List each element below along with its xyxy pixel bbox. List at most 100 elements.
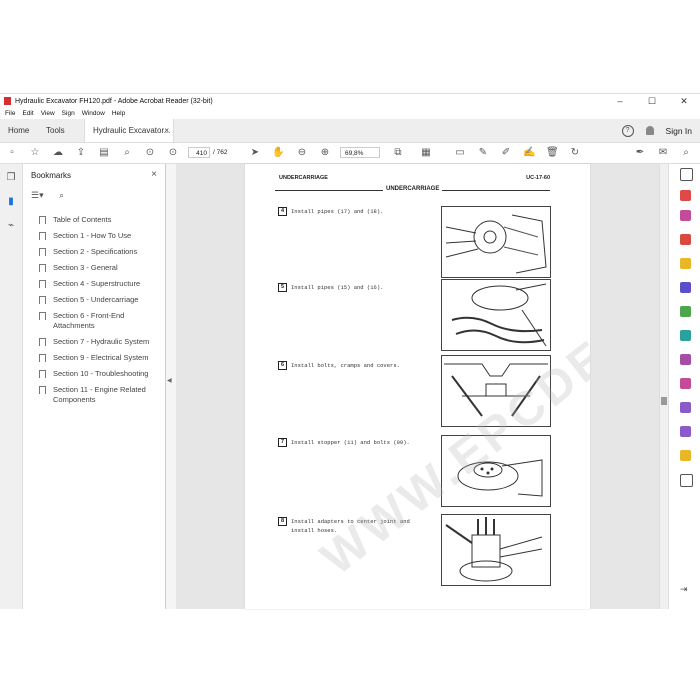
rotate-icon[interactable]: ↻: [569, 147, 581, 159]
tab-tools[interactable]: Tools: [46, 119, 65, 142]
minimize-button[interactable]: –: [604, 94, 636, 108]
create-pdf-icon[interactable]: [680, 234, 691, 245]
scrollbar-thumb[interactable]: [661, 397, 667, 405]
collapse-left-panel-icon[interactable]: ◀: [167, 377, 172, 384]
sign-in-button[interactable]: Sign In: [666, 126, 692, 136]
previous-page-icon[interactable]: ⊙: [144, 147, 156, 159]
figure-drive-motor-pipes: [441, 206, 551, 278]
prepare-form-icon[interactable]: [680, 426, 691, 437]
bookmark-options-icon[interactable]: ☰▾: [31, 190, 44, 201]
more-tools-icon[interactable]: [680, 474, 693, 487]
page-fit-icon[interactable]: ⧉: [392, 147, 404, 159]
vertical-scrollbar[interactable]: [659, 164, 668, 609]
edit-pdf-icon[interactable]: [680, 210, 691, 221]
procedure-step: 7 Install stopper (11) and bolts (09).: [278, 438, 421, 447]
tab-document-label: Hydraulic Excavator...: [93, 126, 171, 135]
email-icon[interactable]: ✉: [657, 147, 669, 159]
tab-bar: Home Tools Hydraulic Excavator... × ? Si…: [0, 119, 700, 143]
step-text: Install bolts, cramps and covers.: [291, 362, 400, 369]
fill-and-sign-icon[interactable]: [680, 354, 691, 365]
step-number: 6: [278, 361, 287, 370]
menu-window[interactable]: Window: [82, 110, 105, 117]
step-text: Install pipes (15) and (16).: [291, 284, 384, 291]
bookmark-icon: [39, 338, 46, 346]
combine-files-icon[interactable]: [680, 282, 691, 293]
bookmark-item[interactable]: Section 10 - Troubleshooting: [39, 369, 159, 379]
save-icon[interactable]: ▫: [6, 147, 18, 159]
send-for-comments-icon[interactable]: [680, 450, 691, 461]
organize-pages-icon[interactable]: [680, 306, 691, 317]
bookmark-icon: [39, 386, 46, 394]
help-icon[interactable]: ?: [621, 124, 634, 137]
bookmark-star-icon[interactable]: ☆: [29, 147, 41, 159]
bookmark-item[interactable]: Section 9 - Electrical System: [39, 353, 159, 363]
bookmarks-header: Bookmarks: [31, 171, 72, 180]
protect-icon[interactable]: [680, 378, 691, 389]
next-page-icon[interactable]: ⊙: [167, 147, 179, 159]
print-icon[interactable]: ▤: [98, 147, 110, 159]
bookmark-item[interactable]: Table of Contents: [39, 215, 159, 225]
menu-file[interactable]: File: [5, 110, 15, 117]
menu-help[interactable]: Help: [112, 110, 125, 117]
export-pdf-icon[interactable]: [680, 190, 691, 201]
select-arrow-icon[interactable]: ➤: [249, 147, 261, 159]
bookmark-item[interactable]: Section 6 - Front-End Attachments: [39, 311, 159, 331]
tab-home[interactable]: Home: [8, 119, 29, 142]
bookmark-item[interactable]: Section 3 - General: [39, 263, 159, 273]
sign-pen-icon[interactable]: ✒: [634, 147, 646, 159]
bookmarks-list: Table of Contents Section 1 - How To Use…: [39, 215, 159, 411]
upload-cloud-icon[interactable]: ☁: [52, 147, 64, 159]
menu-view[interactable]: View: [41, 110, 55, 117]
bookmark-item[interactable]: Section 4 - Superstructure: [39, 279, 159, 289]
document-viewer[interactable]: UNDERCARRIAGE UC-17-60 UNDERCARRIAGE 4 In…: [176, 164, 659, 609]
bookmarks-panel: Bookmarks × ☰▾ ⌕ Table of Contents Secti…: [23, 164, 166, 609]
tab-close-icon[interactable]: ×: [164, 119, 169, 142]
bookmark-icon: [39, 232, 46, 240]
search-tool-icon[interactable]: [680, 168, 693, 181]
acrobat-window: Hydraulic Excavator FH120.pdf - Adobe Ac…: [0, 93, 700, 609]
bookmark-item[interactable]: Section 1 - How To Use: [39, 231, 159, 241]
close-button[interactable]: ✕: [668, 94, 700, 108]
menu-sign[interactable]: Sign: [62, 110, 75, 117]
page-thumbnails-icon[interactable]: ❐: [6, 172, 16, 183]
scan-ocr-icon[interactable]: [680, 330, 691, 341]
bookmarks-close-icon[interactable]: ×: [151, 169, 157, 180]
notifications-icon[interactable]: [645, 126, 654, 135]
comment-tool-icon[interactable]: [680, 258, 691, 269]
maximize-button[interactable]: ☐: [636, 94, 668, 108]
figure-center-joint: [441, 514, 551, 586]
bookmark-item[interactable]: Section 11 - Engine Related Components: [39, 385, 159, 405]
page-number-input[interactable]: 410: [188, 147, 210, 158]
fill-sign-icon[interactable]: ✍: [523, 147, 535, 159]
bookmarks-icon[interactable]: ▮: [6, 196, 16, 207]
delete-icon[interactable]: 🗑: [546, 147, 559, 159]
scroll-mode-icon[interactable]: ▦: [420, 147, 432, 159]
step-number: 8: [278, 517, 287, 526]
bookmark-icon: [39, 280, 46, 288]
zoom-in-icon[interactable]: ⊕: [319, 147, 331, 159]
bookmark-icon: [39, 216, 46, 224]
menu-edit[interactable]: Edit: [22, 110, 33, 117]
zoom-level-select[interactable]: 69,8%: [340, 147, 380, 158]
request-signature-icon[interactable]: [680, 402, 691, 413]
zoom-out-icon[interactable]: ⊖: [296, 147, 308, 159]
right-tools-pane: ⇥: [668, 164, 700, 609]
search-icon[interactable]: ⌕: [680, 147, 692, 159]
search-zoom-icon[interactable]: ⌕: [121, 147, 133, 159]
hand-tool-icon[interactable]: ✋: [272, 147, 284, 159]
comment-icon[interactable]: ▭: [454, 147, 466, 159]
highlight-pen-icon[interactable]: ✎: [477, 147, 489, 159]
bookmark-icon: [39, 354, 46, 362]
attachments-icon[interactable]: ⌁: [6, 220, 16, 231]
bookmark-item[interactable]: Section 7 - Hydraulic System: [39, 337, 159, 347]
draw-icon[interactable]: ✐: [500, 147, 512, 159]
procedure-step: 6 Install bolts, cramps and covers.: [278, 361, 421, 370]
step-text: Install stopper (11) and bolts (09).: [291, 439, 410, 446]
bookmark-item[interactable]: Section 2 - Specifications: [39, 247, 159, 257]
share-icon[interactable]: ⇪: [75, 147, 87, 159]
tab-document[interactable]: Hydraulic Excavator... ×: [84, 119, 174, 142]
collapse-right-pane-icon[interactable]: ⇥: [680, 584, 691, 595]
bookmark-item[interactable]: Section 5 - Undercarriage: [39, 295, 159, 305]
bookmark-search-icon[interactable]: ⌕: [59, 190, 64, 201]
page-header-left: UNDERCARRIAGE: [279, 175, 328, 181]
